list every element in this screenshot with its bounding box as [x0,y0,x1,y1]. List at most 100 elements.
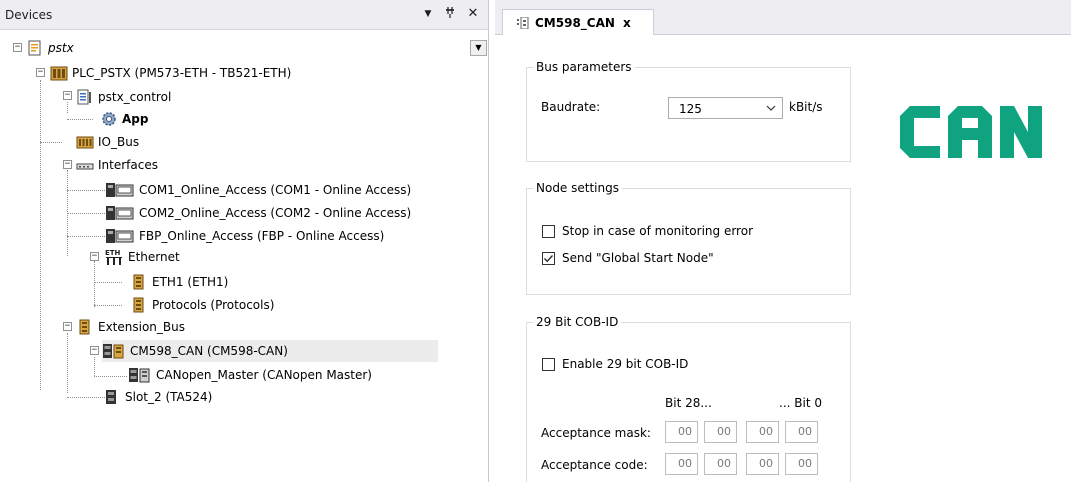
tree-item-slot2[interactable]: Slot_2 (TA524) [103,386,212,408]
can-module-icon [517,16,529,29]
bus-parameters-legend: Bus parameters [536,60,632,74]
acceptance-mask-byte-4[interactable]: 00 [785,421,818,443]
enable-29bit-label: Enable 29 bit COB-ID [562,357,689,371]
tree-item-plc[interactable]: PLC_PSTX (PM573-ETH - TB521-ETH) [50,62,291,84]
cob-id-legend: 29 Bit COB-ID [536,315,619,329]
can-logo [900,106,1042,161]
stop-on-monitoring-error-label: Stop in case of monitoring error [562,224,754,238]
tree-label: ETH1 (ETH1) [152,275,229,289]
tree-label: CM598_CAN (CM598-CAN) [130,344,288,358]
stop-on-monitoring-error-row[interactable]: Stop in case of monitoring error [542,224,753,238]
node-settings-legend: Node settings [536,181,619,195]
tree-item-com2[interactable]: COM2_Online_Access (COM2 - Online Access… [105,202,411,224]
tree-label: IO_Bus [98,135,140,149]
cob-id-group: 29 Bit COB-ID Enable 29 bit COB-ID Bit 2… [526,315,851,482]
tree-label: COM1_Online_Access (COM1 - Online Access… [139,183,412,197]
devices-panel: Devices ▼ ✕ ▼ − − − − − − − pstx PLC_PST… [0,0,489,482]
tree-item-protocols[interactable]: Protocols (Protocols) [130,294,274,316]
tree-expander-cm598[interactable]: − [90,346,99,355]
devices-panel-title: Devices [5,8,53,22]
gear-app-icon [100,111,118,127]
tab-label: CM598_CAN [535,15,615,30]
baudrate-label: Baudrate: [541,100,601,114]
tree-expander-root[interactable]: − [13,43,22,52]
can-module-icon [102,343,126,359]
editor-panel: CM598_CAN x Bus parameters Baudrate: 125… [495,0,1071,482]
tree-label: COM2_Online_Access (COM2 - Online Access… [139,206,412,220]
panel-close-icon[interactable]: ✕ [465,6,481,22]
tree-item-project-root[interactable]: pstx [26,37,74,59]
bus-parameters-group: Bus parameters Baudrate: 125 kBit/s [526,60,851,162]
tree-scroll-chevron-down-icon[interactable]: ▼ [470,40,487,56]
enable-29bit-checkbox[interactable] [542,357,555,371]
send-global-start-row[interactable]: Send "Global Start Node" [542,251,714,265]
tree-expander-control[interactable]: − [63,91,72,100]
send-global-start-checkbox[interactable] [542,251,555,265]
tree-item-app[interactable]: App [100,108,148,130]
node-settings-group: Node settings Stop in case of monitoring… [526,181,851,295]
bit-high-label: Bit 28... [665,396,712,410]
tree-label: Extension_Bus [98,320,185,334]
chevron-down-icon [766,102,776,112]
acceptance-mask-byte-1[interactable]: 00 [665,421,698,443]
baudrate-value: 125 [679,102,702,116]
project-file-icon [26,40,44,56]
serial-port-icon [105,182,135,198]
io-bus-icon [76,134,94,150]
tree-item-fbp[interactable]: FBP_Online_Access (FBP - Online Access) [105,225,384,247]
svg-text:ETH: ETH [105,249,121,257]
tree-item-com1[interactable]: COM1_Online_Access (COM1 - Online Access… [105,179,411,201]
interfaces-icon [76,157,94,173]
tree-label: pstx_control [98,90,172,104]
module-slot-icon [76,319,94,335]
acceptance-mask-byte-3[interactable]: 00 [746,421,779,443]
tree-label: App [122,112,149,126]
panel-pin-icon[interactable] [442,6,458,22]
tree-label: Ethernet [128,250,180,264]
tree-label: FBP_Online_Access (FBP - Online Access) [139,229,385,243]
tree-label: Protocols (Protocols) [152,298,275,312]
acceptance-code-label: Acceptance code: [541,458,648,472]
tab-close-icon[interactable]: x [623,16,631,30]
tree-expander-interfaces[interactable]: − [63,160,72,169]
tree-item-io-bus[interactable]: IO_Bus [76,131,139,153]
can-module-icon [128,367,152,383]
tree-item-cm598-can[interactable]: CM598_CAN (CM598-CAN) [102,340,438,362]
acceptance-code-byte-1[interactable]: 00 [665,453,698,475]
tree-expander-ethernet[interactable]: − [90,252,99,261]
ethernet-icon: ETH [104,247,124,267]
devices-panel-header: Devices ▼ ✕ [0,0,488,30]
tree-label: PLC_PSTX (PM573-ETH - TB521-ETH) [72,66,292,80]
acceptance-code-byte-3[interactable]: 00 [746,453,779,475]
panel-menu-dropdown-icon[interactable]: ▼ [420,6,436,22]
tree-item-extension-bus[interactable]: Extension_Bus [76,316,185,338]
acceptance-code-byte-4[interactable]: 00 [785,453,818,475]
application-module-icon [76,89,94,105]
tree-expander-extension-bus[interactable]: − [63,322,72,331]
tree-item-pstx-control[interactable]: pstx_control [76,86,171,108]
module-slot-icon [130,274,148,290]
tab-cm598-can[interactable]: CM598_CAN x [502,9,654,35]
tree-label: CANopen_Master (CANopen Master) [156,368,372,382]
tree-item-canopen-master[interactable]: CANopen_Master (CANopen Master) [128,364,372,386]
baudrate-select[interactable]: 125 [668,97,783,119]
acceptance-mask-byte-2[interactable]: 00 [704,421,737,443]
acceptance-mask-label: Acceptance mask: [541,426,651,440]
tree-item-eth1[interactable]: ETH1 (ETH1) [130,271,228,293]
editor-tabstrip: CM598_CAN x [495,0,1071,35]
plc-device-icon [50,65,68,81]
editor-body: Bus parameters Baudrate: 125 kBit/s Node… [495,36,1071,482]
tree-label: pstx [48,41,74,55]
tree-item-ethernet[interactable]: ETH Ethernet [104,246,180,268]
acceptance-code-byte-2[interactable]: 00 [704,453,737,475]
bit-low-label: ... Bit 0 [779,396,822,410]
module-slot-icon [103,389,121,405]
stop-on-monitoring-error-checkbox[interactable] [542,224,555,238]
module-slot-icon [130,297,148,313]
enable-29bit-row[interactable]: Enable 29 bit COB-ID [542,357,688,371]
serial-port-icon [105,228,135,244]
baudrate-unit: kBit/s [789,100,823,114]
tree-expander-plc[interactable]: − [36,68,45,77]
tree-item-interfaces[interactable]: Interfaces [76,154,158,176]
send-global-start-label: Send "Global Start Node" [562,251,714,265]
